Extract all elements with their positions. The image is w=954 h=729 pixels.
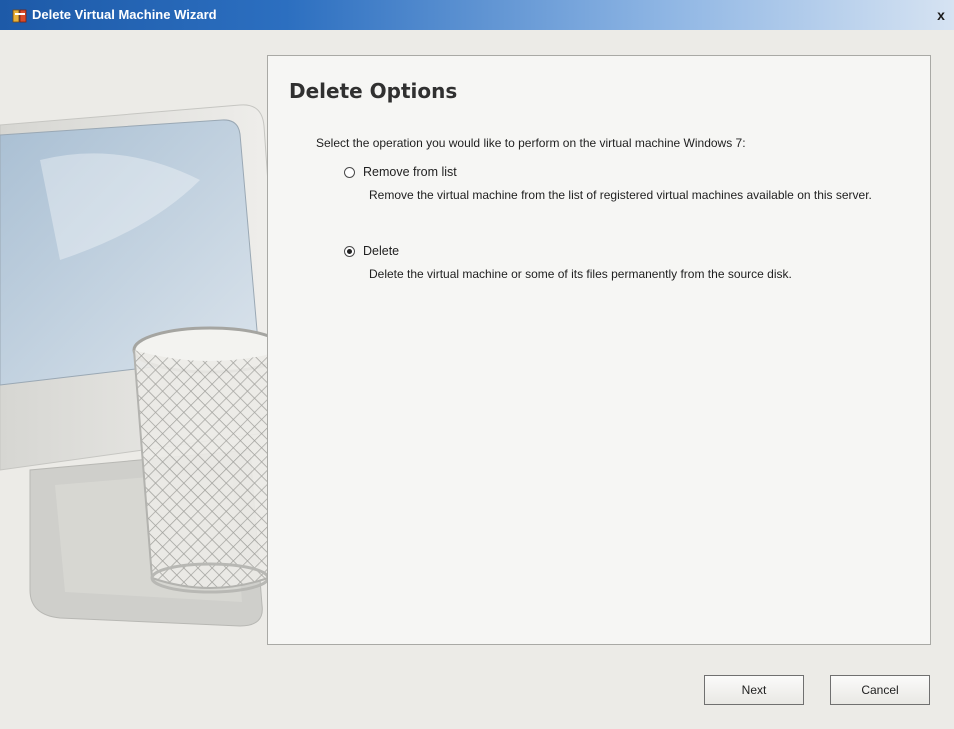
option-remove-from-list: Remove from list Remove the virtual mach…	[344, 165, 924, 203]
content-panel: Delete Options Select the operation you …	[267, 55, 931, 645]
instruction-text: Select the operation you would like to p…	[316, 136, 746, 150]
option-description: Remove the virtual machine from the list…	[369, 188, 872, 202]
delete-radio[interactable]: Delete	[344, 244, 924, 258]
radio-label[interactable]: Delete	[363, 244, 399, 258]
option-description: Delete the virtual machine or some of it…	[369, 267, 792, 281]
radio-unchecked-icon[interactable]	[344, 166, 355, 178]
window-title: Delete Virtual Machine Wizard	[32, 7, 217, 22]
close-icon[interactable]: x	[932, 6, 950, 24]
radio-checked-icon[interactable]	[344, 245, 355, 257]
radio-label[interactable]: Remove from list	[363, 165, 457, 179]
wizard-window: Delete Virtual Machine Wizard x Delete O…	[0, 0, 954, 729]
next-button[interactable]: Next	[704, 675, 804, 705]
page-title: Delete Options	[289, 79, 458, 103]
trash-bin-icon	[132, 326, 288, 594]
option-delete: Delete Delete the virtual machine or som…	[344, 244, 924, 282]
vmware-icon	[12, 8, 28, 24]
title-bar[interactable]: Delete Virtual Machine Wizard x	[0, 0, 954, 30]
cancel-button[interactable]: Cancel	[830, 675, 930, 705]
remove-from-list-radio[interactable]: Remove from list	[344, 165, 924, 179]
